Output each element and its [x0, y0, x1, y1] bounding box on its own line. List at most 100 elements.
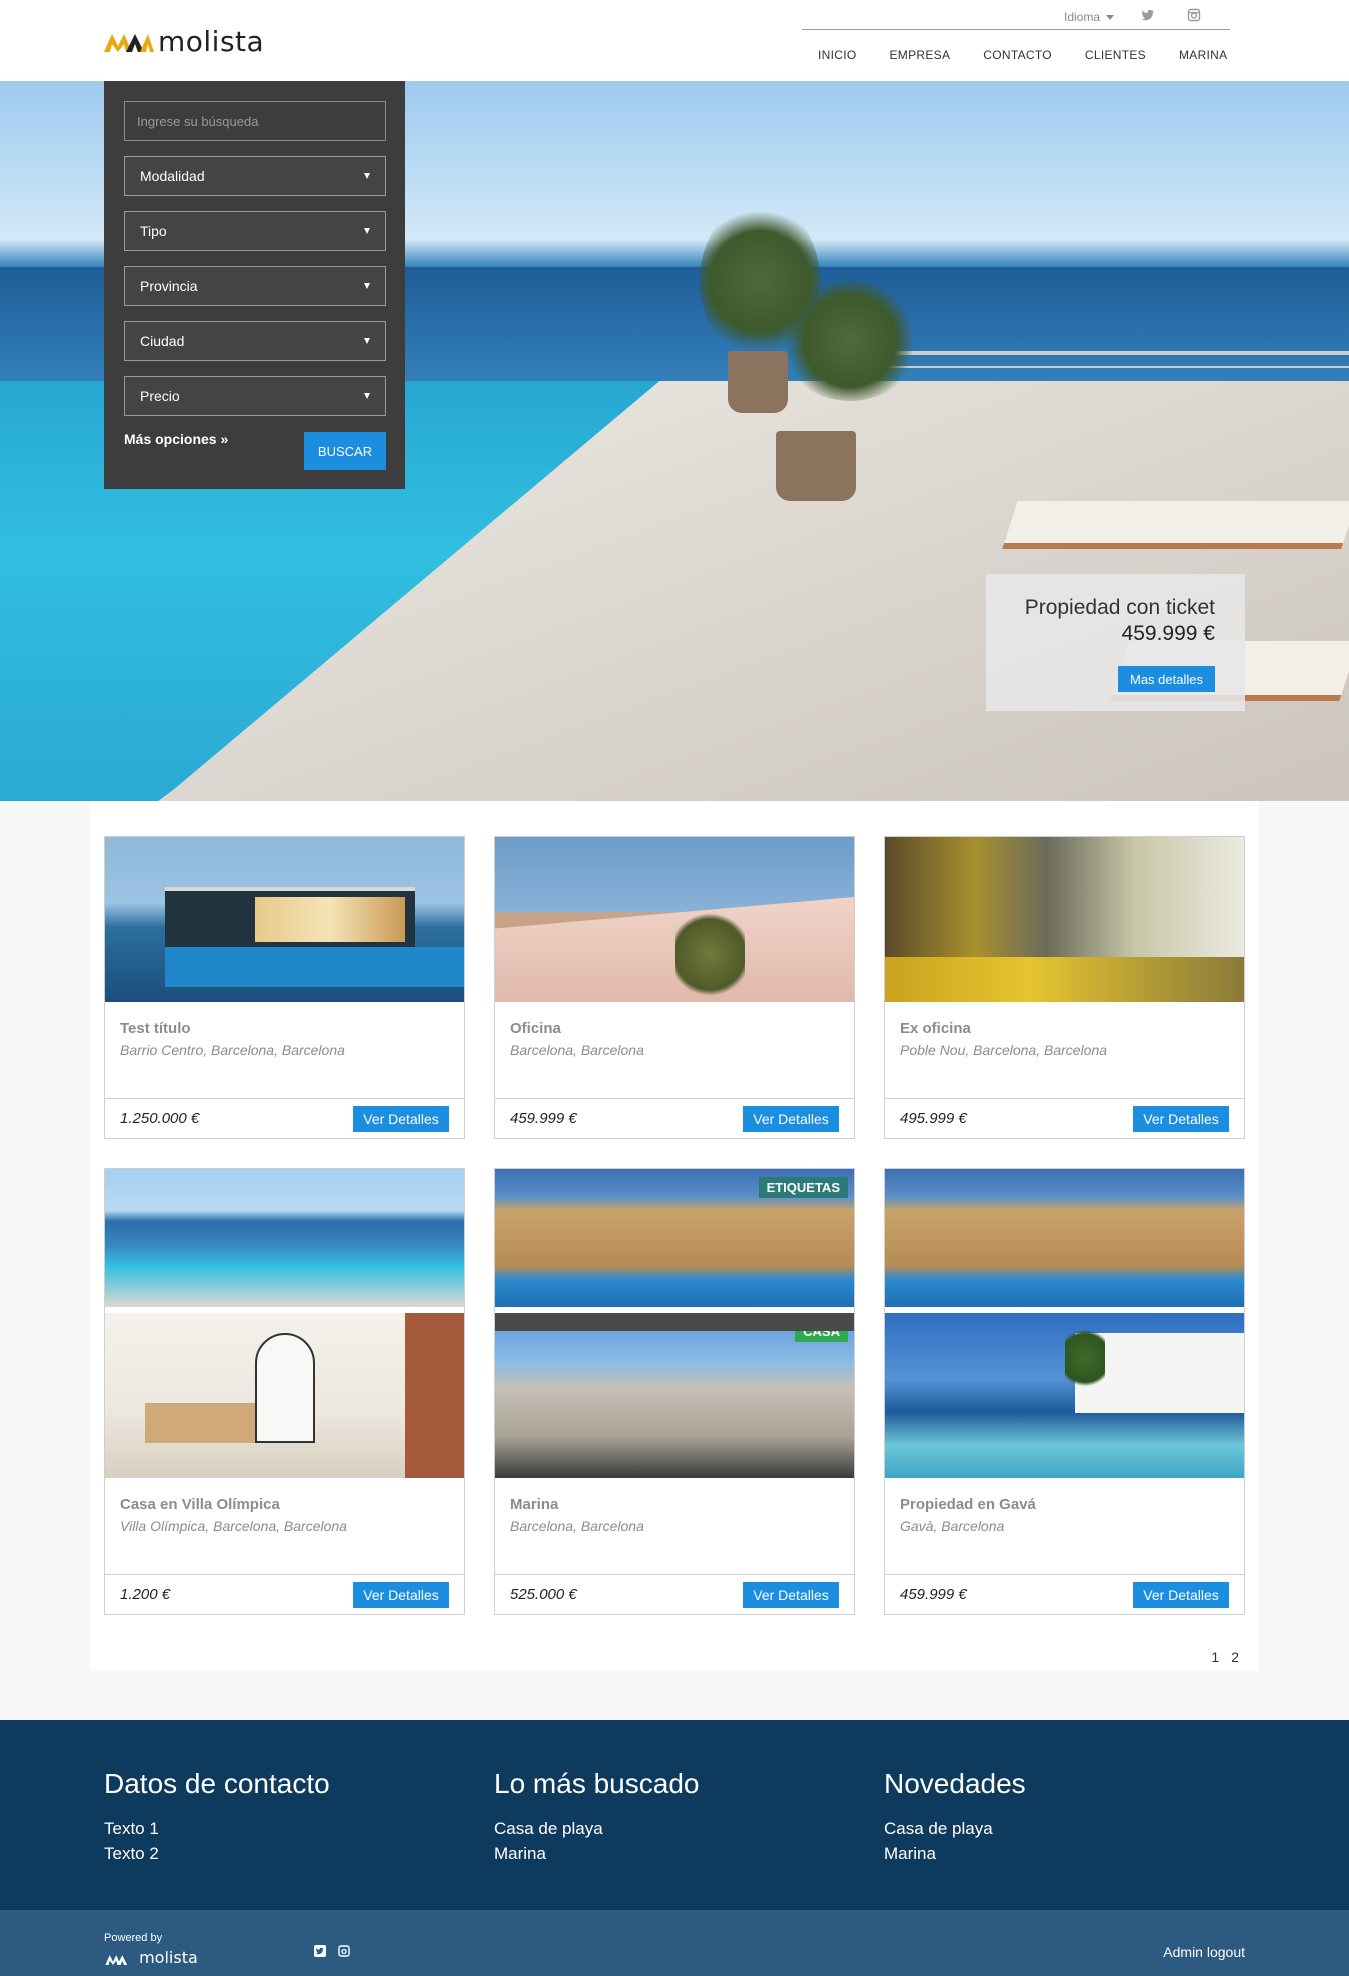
logo-mark-icon [104, 34, 154, 52]
bottom-bar: Powered by molista Admin logout [0, 1910, 1349, 1976]
property-title[interactable]: Oficina [510, 1020, 561, 1037]
footer-popular-link[interactable]: Casa de playa [494, 1816, 699, 1841]
property-listing: Test título Barrio Centro, Barcelona, Ba… [90, 801, 1259, 1671]
nav-inicio[interactable]: INICIO [818, 48, 856, 62]
property-price: 525.000 € [510, 1586, 577, 1603]
language-label: Idioma [1064, 10, 1101, 24]
twitter-icon[interactable] [314, 1945, 326, 1957]
property-details-button[interactable]: Ver Detalles [1133, 1106, 1229, 1132]
logo-mark-icon [105, 1954, 128, 1965]
property-location: Poble Nou, Barcelona, Barcelona [900, 1042, 1108, 1058]
chevron-down-icon [364, 173, 370, 179]
footer-news-link[interactable]: Casa de playa [884, 1816, 1026, 1841]
footer-news-link[interactable]: Marina [884, 1841, 1026, 1866]
hero-lounger [1002, 501, 1349, 549]
property-gallery-image[interactable] [885, 1169, 1244, 1307]
footer-contact: Datos de contacto Texto 1 Texto 2 [104, 1768, 330, 1866]
powered-logo-text: molista [139, 1948, 198, 1967]
property-title[interactable]: Ex oficina [900, 1020, 971, 1037]
page-1-link[interactable]: 1 [1211, 1649, 1219, 1665]
hero-plant [780, 281, 920, 401]
property-location: Gavà, Barcelona [900, 1518, 1005, 1534]
property-gallery-image[interactable] [105, 1169, 464, 1307]
nav-empresa[interactable]: EMPRESA [889, 48, 950, 62]
page-2-link[interactable]: 2 [1231, 1649, 1239, 1665]
search-button[interactable]: BUSCAR [304, 432, 386, 470]
select-label: Provincia [140, 278, 198, 294]
pagination: 1 2 [1211, 1649, 1239, 1665]
select-precio[interactable]: Precio [124, 376, 386, 416]
property-price: 495.999 € [900, 1110, 967, 1127]
property-card-footer: 495.999 € Ver Detalles [885, 1098, 1244, 1138]
featured-title: Propiedad con ticket [1024, 596, 1215, 619]
more-options-link[interactable]: Más opciones » [124, 431, 228, 447]
powered-by-label: Powered by [104, 1932, 163, 1944]
property-image[interactable] [885, 1313, 1244, 1478]
site-logo[interactable]: molista [104, 24, 265, 58]
property-price: 459.999 € [510, 1110, 577, 1127]
nav-clientes[interactable]: CLIENTES [1085, 48, 1146, 62]
hero-pot [728, 351, 788, 413]
property-title[interactable]: Marina [510, 1496, 558, 1513]
select-modalidad[interactable]: Modalidad [124, 156, 386, 196]
twitter-icon[interactable] [1141, 8, 1155, 22]
admin-logout-link[interactable]: Admin logout [1163, 1944, 1245, 1960]
property-location: Barrio Centro, Barcelona, Barcelona [120, 1042, 345, 1058]
select-provincia[interactable]: Provincia [124, 266, 386, 306]
tag-badge: ETIQUETAS [758, 1177, 848, 1198]
chevron-down-icon [364, 338, 370, 344]
footer-contact-title: Datos de contacto [104, 1768, 330, 1799]
property-image[interactable] [105, 837, 464, 1002]
property-title[interactable]: Casa en Villa Olímpica [120, 1496, 280, 1513]
property-image[interactable] [495, 837, 854, 1002]
property-card-footer: 1.200 € Ver Detalles [105, 1574, 464, 1614]
property-card: ETIQUETAS CASA Marina Barcelona, Barcelo… [494, 1168, 855, 1615]
property-details-button[interactable]: Ver Detalles [1133, 1582, 1229, 1608]
select-label: Modalidad [140, 168, 205, 184]
instagram-icon[interactable] [1187, 8, 1201, 22]
footer-popular-title: Lo más buscado [494, 1768, 700, 1799]
top-utility-bar: Idioma [802, 4, 1230, 30]
property-gallery-image[interactable]: ETIQUETAS [495, 1169, 854, 1307]
caret-down-icon [1106, 15, 1115, 21]
property-image[interactable] [105, 1313, 464, 1478]
property-location: Villa Olímpica, Barcelona, Barcelona [120, 1518, 347, 1534]
property-title[interactable]: Test título [120, 1020, 191, 1037]
nav-marina[interactable]: MARINA [1179, 48, 1227, 62]
footer-popular-link[interactable]: Marina [494, 1841, 699, 1866]
main-nav: INICIO EMPRESA CONTACTO CLIENTES MARINA [802, 48, 1230, 62]
hero-pot [776, 431, 856, 501]
featured-price: 459.999 € [1121, 622, 1215, 645]
footer-popular: Lo más buscado Casa de playa Marina [494, 1768, 699, 1866]
property-details-button[interactable]: Ver Detalles [743, 1582, 839, 1608]
property-card: Casa en Villa Olímpica Villa Olímpica, B… [104, 1168, 465, 1615]
property-title[interactable]: Propiedad en Gavá [900, 1496, 1036, 1513]
powered-by-logo[interactable]: molista [104, 1948, 198, 1967]
property-image[interactable] [885, 837, 1244, 1002]
property-details-button[interactable]: Ver Detalles [353, 1582, 449, 1608]
nav-contacto[interactable]: CONTACTO [983, 48, 1052, 62]
property-location: Barcelona, Barcelona [510, 1042, 644, 1058]
property-card: Oficina Barcelona, Barcelona 459.999 € V… [494, 836, 855, 1139]
property-card-footer: 1.250.000 € Ver Detalles [105, 1098, 464, 1138]
property-card: Ex oficina Poble Nou, Barcelona, Barcelo… [884, 836, 1245, 1139]
language-dropdown[interactable]: Idioma [1064, 10, 1115, 24]
chevron-down-icon [364, 228, 370, 234]
select-label: Precio [140, 388, 180, 404]
footer-contact-line: Texto 1 [104, 1819, 159, 1838]
instagram-icon[interactable] [338, 1945, 350, 1957]
select-label: Ciudad [140, 333, 185, 349]
property-card-footer: 525.000 € Ver Detalles [495, 1574, 854, 1614]
select-ciudad[interactable]: Ciudad [124, 321, 386, 361]
hero-railing [860, 366, 1349, 368]
property-details-button[interactable]: Ver Detalles [743, 1106, 839, 1132]
chevron-down-icon [364, 393, 370, 399]
property-image[interactable]: CASA [495, 1313, 854, 1478]
property-price: 459.999 € [900, 1586, 967, 1603]
search-input[interactable] [124, 101, 386, 141]
select-tipo[interactable]: Tipo [124, 211, 386, 251]
featured-details-button[interactable]: Mas detalles [1118, 666, 1215, 692]
logo-text: molista [158, 24, 265, 58]
property-price: 1.200 € [120, 1586, 171, 1603]
property-details-button[interactable]: Ver Detalles [353, 1106, 449, 1132]
